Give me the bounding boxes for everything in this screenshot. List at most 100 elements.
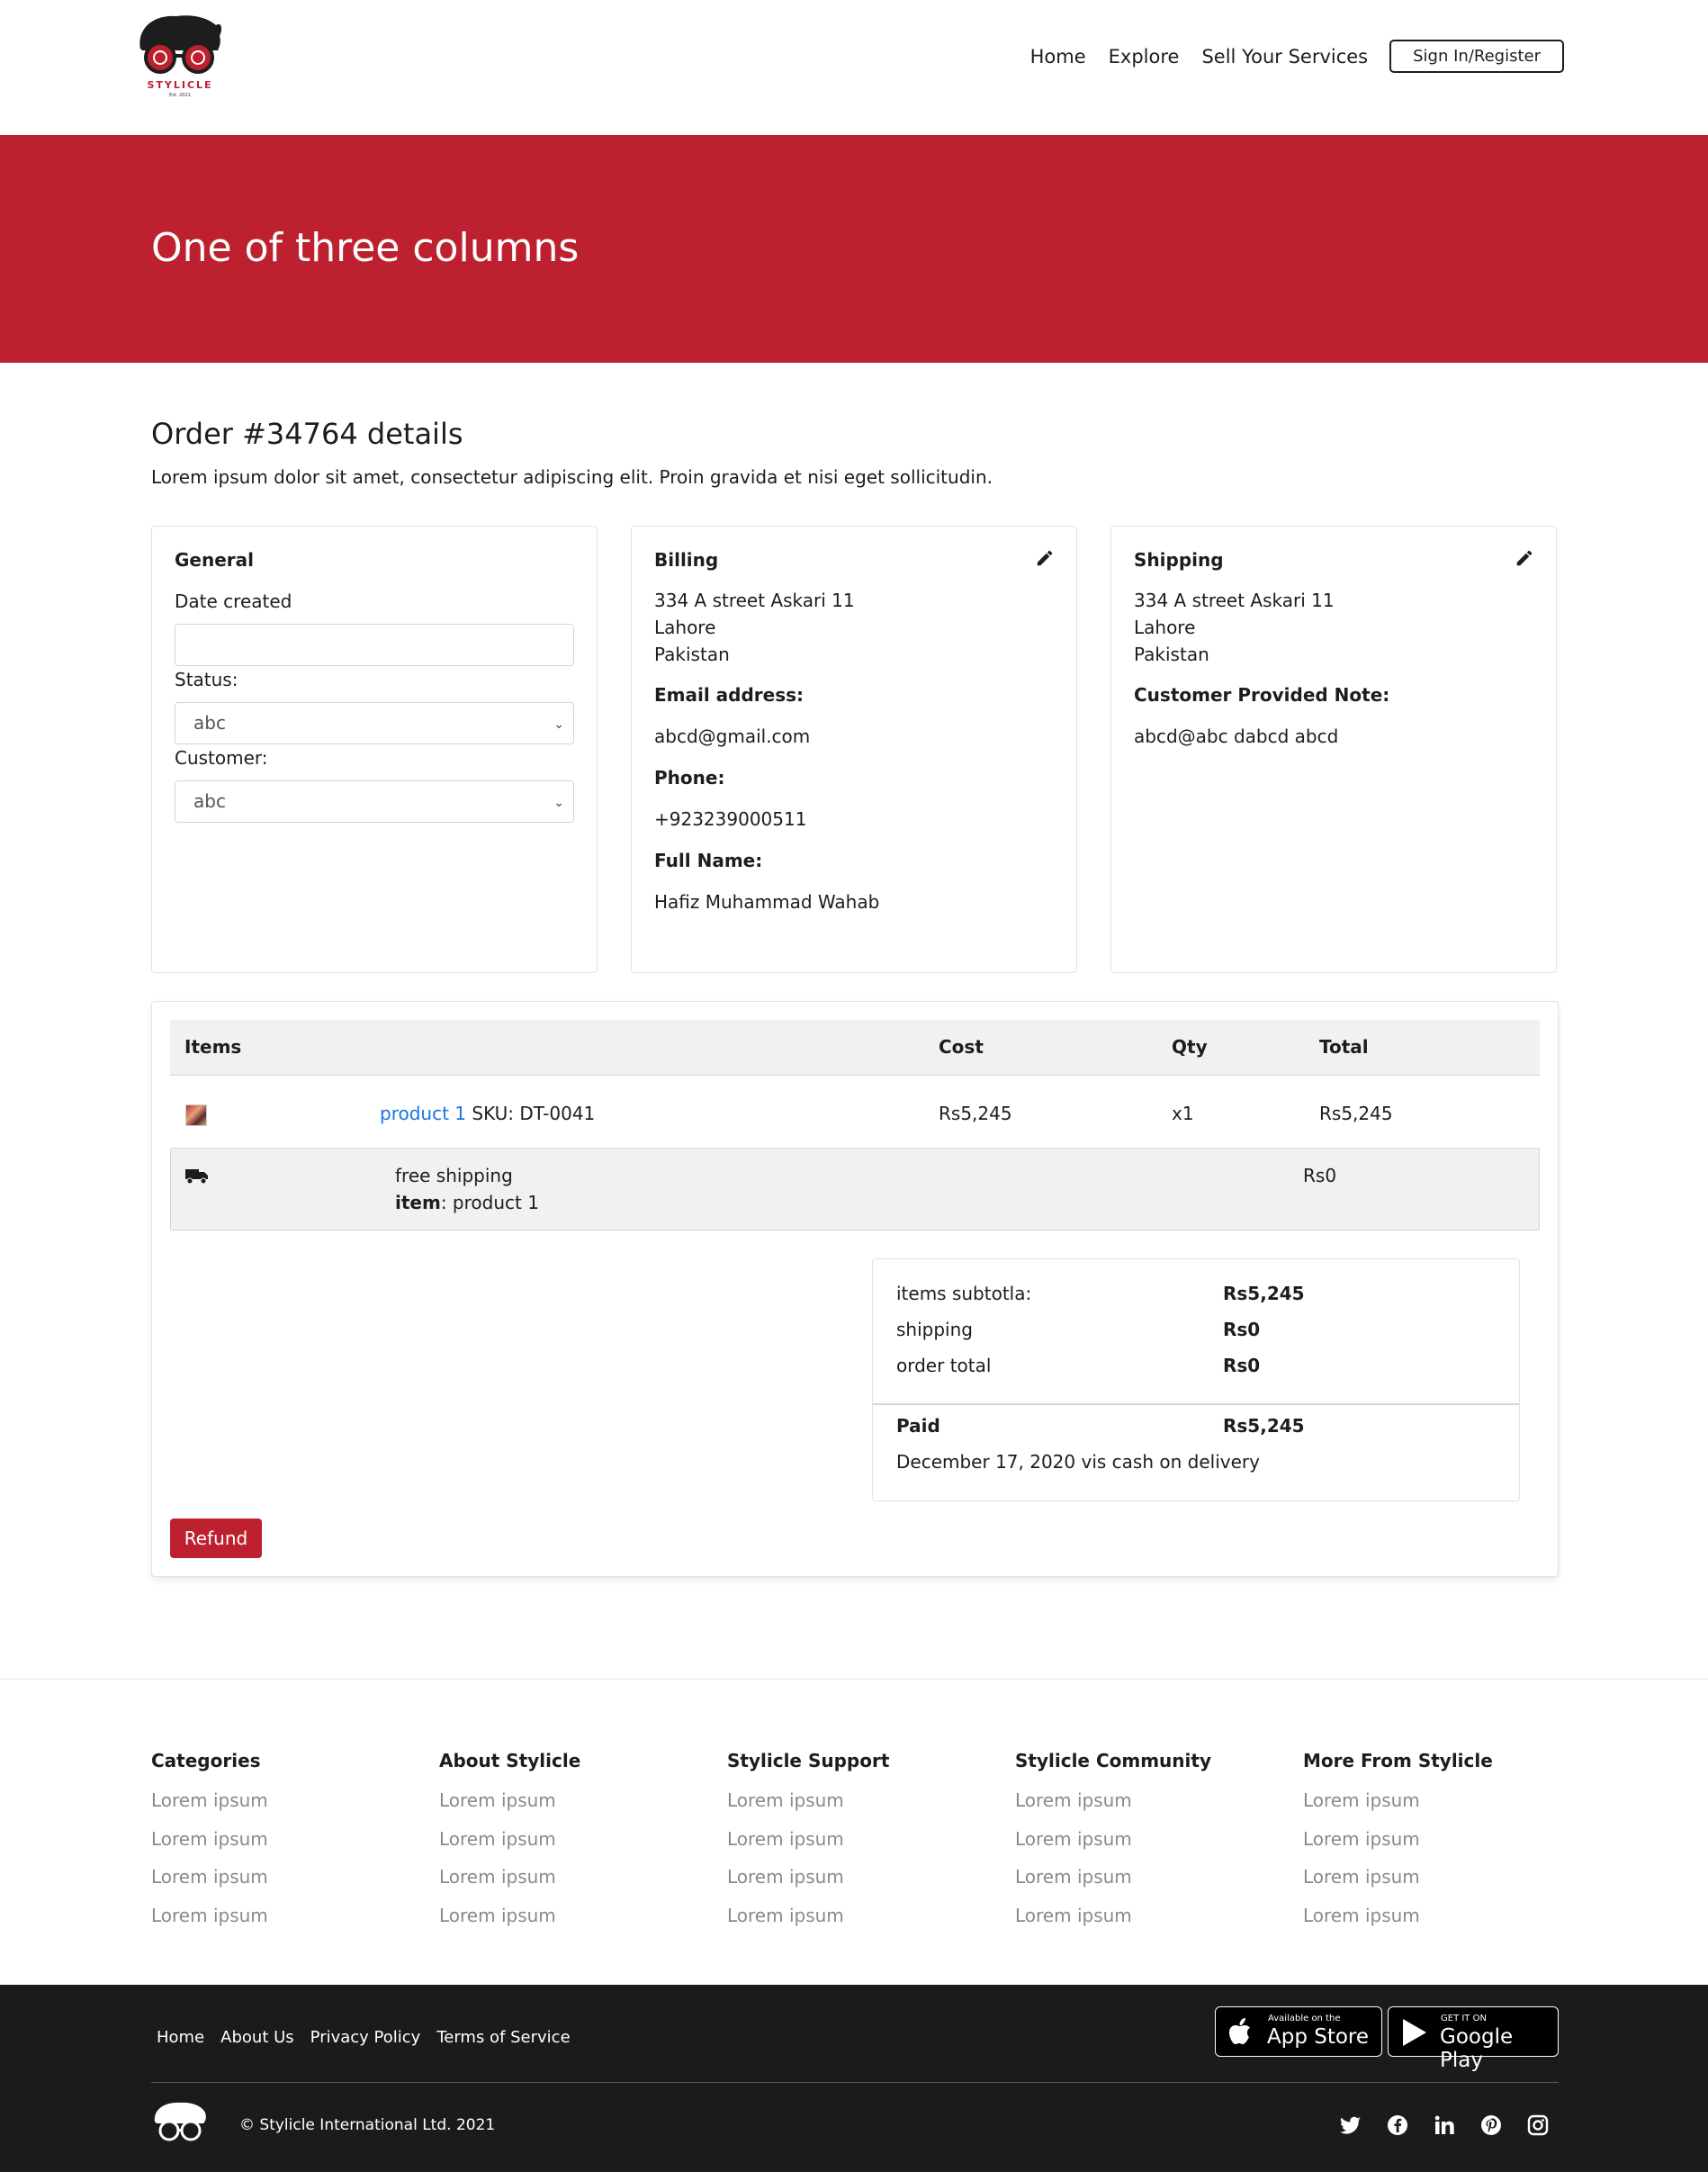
footer-link[interactable]: Lorem ipsum (727, 1905, 889, 1943)
signin-register-button[interactable]: Sign In/Register (1389, 40, 1564, 73)
footer-links: Categories Lorem ipsum Lorem ipsum Lorem… (0, 1679, 1708, 1985)
customer-note-label: Customer Provided Note: (1134, 684, 1390, 706)
status-label: Status: (175, 669, 238, 690)
footer-column-support: Stylicle Support Lorem ipsum Lorem ipsum… (727, 1750, 889, 1942)
shipping-address-line1: 334 A street Askari 11 (1134, 590, 1335, 611)
header-qty: Qty (1172, 1036, 1208, 1058)
linkedin-icon[interactable] (1434, 2114, 1455, 2136)
facebook-icon[interactable] (1387, 2114, 1408, 2136)
hero-title: One of three columns (151, 225, 580, 271)
order-total-value: Rs0 (1223, 1355, 1261, 1376)
phone-value: +923239000511 (654, 808, 807, 830)
footer-link[interactable]: Lorem ipsum (1303, 1905, 1493, 1943)
footer-nav-about[interactable]: About Us (220, 2028, 294, 2047)
app-store-badge[interactable]: Available on the App Store (1215, 2006, 1382, 2057)
product-link[interactable]: product 1 (380, 1103, 466, 1124)
instagram-icon[interactable] (1527, 2114, 1549, 2136)
footer-logo-icon[interactable] (151, 2100, 209, 2145)
customer-select[interactable]: abc ⌄ (175, 780, 574, 823)
footer-column-title: More From Stylicle (1303, 1750, 1493, 1771)
footer-link[interactable]: Lorem ipsum (1015, 1828, 1211, 1867)
full-name-value: Hafiz Muhammad Wahab (654, 891, 880, 913)
google-play-badge[interactable]: GET IT ON Google Play (1388, 2006, 1559, 2072)
billing-address-line3: Pakistan (654, 644, 730, 665)
footer-column-more: More From Stylicle Lorem ipsum Lorem ips… (1303, 1750, 1493, 1942)
pencil-icon[interactable] (1515, 548, 1534, 568)
footer-link[interactable]: Lorem ipsum (439, 1905, 580, 1943)
footer-link[interactable]: Lorem ipsum (1015, 1789, 1211, 1828)
logo-face-icon (139, 15, 222, 74)
date-created-input[interactable] (175, 624, 574, 666)
refund-button[interactable]: Refund (170, 1519, 262, 1558)
general-title: General (175, 549, 254, 571)
footer-nav-privacy[interactable]: Privacy Policy (310, 2028, 421, 2047)
footer-link[interactable]: Lorem ipsum (439, 1789, 580, 1828)
header-items: Items (184, 1036, 242, 1058)
footer-nav: Home About Us Privacy Policy Terms of Se… (157, 2028, 587, 2047)
twitter-icon[interactable] (1340, 2114, 1362, 2136)
header-cost: Cost (939, 1036, 984, 1058)
customer-label: Customer: (175, 747, 268, 769)
pencil-icon[interactable] (1035, 548, 1055, 568)
subtotal-label: items subtotla: (896, 1283, 1032, 1304)
main-nav: Home Explore Sell Your Services Sign In/… (1008, 40, 1564, 73)
shipping-total-value: Rs0 (1223, 1319, 1261, 1340)
truck-icon (185, 1169, 208, 1185)
footer-link[interactable]: Lorem ipsum (1303, 1789, 1493, 1828)
shipping-title: Shipping (1134, 549, 1224, 571)
status-select[interactable]: abc ⌄ (175, 702, 574, 744)
shipping-row: free shipping item: product 1 Rs0 (170, 1148, 1540, 1230)
customer-note-value: abcd@abc dabcd abcd (1134, 726, 1339, 747)
nav-sell-services[interactable]: Sell Your Services (1201, 46, 1368, 68)
item-total: Rs5,245 (1319, 1103, 1393, 1124)
logo-est-text: Est. 2021 (169, 93, 191, 98)
google-play-small: GET IT ON (1441, 2014, 1487, 2023)
nav-home[interactable]: Home (1030, 46, 1086, 68)
app-store-small: Available on the (1268, 2014, 1341, 2023)
footer-link[interactable]: Lorem ipsum (439, 1866, 580, 1905)
header-total: Total (1319, 1036, 1369, 1058)
footer-column-title: Categories (151, 1750, 261, 1771)
play-icon (1403, 2019, 1426, 2046)
footer-link[interactable]: Lorem ipsum (151, 1828, 268, 1867)
date-created-label: Date created (175, 590, 292, 612)
footer-nav-terms[interactable]: Terms of Service (436, 2028, 570, 2047)
billing-card: Billing 334 A street Askari 11 Lahore Pa… (631, 526, 1077, 973)
footer-link[interactable]: Lorem ipsum (1303, 1866, 1493, 1905)
footer-column-community: Stylicle Community Lorem ipsum Lorem ips… (1015, 1750, 1211, 1942)
item-qty: x1 (1172, 1103, 1194, 1124)
nav-explore[interactable]: Explore (1109, 46, 1180, 68)
footer-link[interactable]: Lorem ipsum (1015, 1905, 1211, 1943)
footer-link[interactable]: Lorem ipsum (1015, 1866, 1211, 1905)
paid-note: December 17, 2020 vis cash on delivery (896, 1451, 1260, 1473)
footer-link[interactable]: Lorem ipsum (151, 1905, 268, 1943)
footer-link[interactable]: Lorem ipsum (1303, 1828, 1493, 1867)
stylicle-logo[interactable]: STYLICLE Est. 2021 (135, 11, 225, 101)
shipping-item-value: : product 1 (440, 1192, 539, 1213)
status-value: abc (193, 712, 226, 734)
footer-column-about: About Stylicle Lorem ipsum Lorem ipsum L… (439, 1750, 580, 1942)
shipping-item-label: item (395, 1192, 441, 1213)
footer-nav-home[interactable]: Home (157, 2028, 204, 2047)
customer-value: abc (193, 790, 226, 812)
footer-column-title: About Stylicle (439, 1750, 581, 1771)
footer-link[interactable]: Lorem ipsum (151, 1866, 268, 1905)
full-name-label: Full Name: (654, 850, 763, 871)
pinterest-icon[interactable] (1480, 2114, 1502, 2136)
footer-link[interactable]: Lorem ipsum (439, 1828, 580, 1867)
shipping-card: Shipping 334 A street Askari 11 Lahore P… (1110, 526, 1557, 973)
shipping-method: free shipping (395, 1165, 513, 1186)
item-cost: Rs5,245 (939, 1103, 1012, 1124)
billing-title: Billing (654, 549, 719, 571)
shipping-total-label: shipping (896, 1319, 973, 1340)
order-total-label: order total (896, 1355, 992, 1376)
billing-address-line1: 334 A street Askari 11 (654, 590, 855, 611)
shipping-address-line2: Lahore (1134, 617, 1196, 638)
footer-link[interactable]: Lorem ipsum (727, 1828, 889, 1867)
site-header: STYLICLE Est. 2021 Home Explore Sell You… (0, 0, 1708, 135)
footer-link[interactable]: Lorem ipsum (151, 1789, 268, 1828)
phone-label: Phone: (654, 767, 725, 789)
email-label: Email address: (654, 684, 805, 706)
footer-link[interactable]: Lorem ipsum (727, 1866, 889, 1905)
footer-link[interactable]: Lorem ipsum (727, 1789, 889, 1828)
